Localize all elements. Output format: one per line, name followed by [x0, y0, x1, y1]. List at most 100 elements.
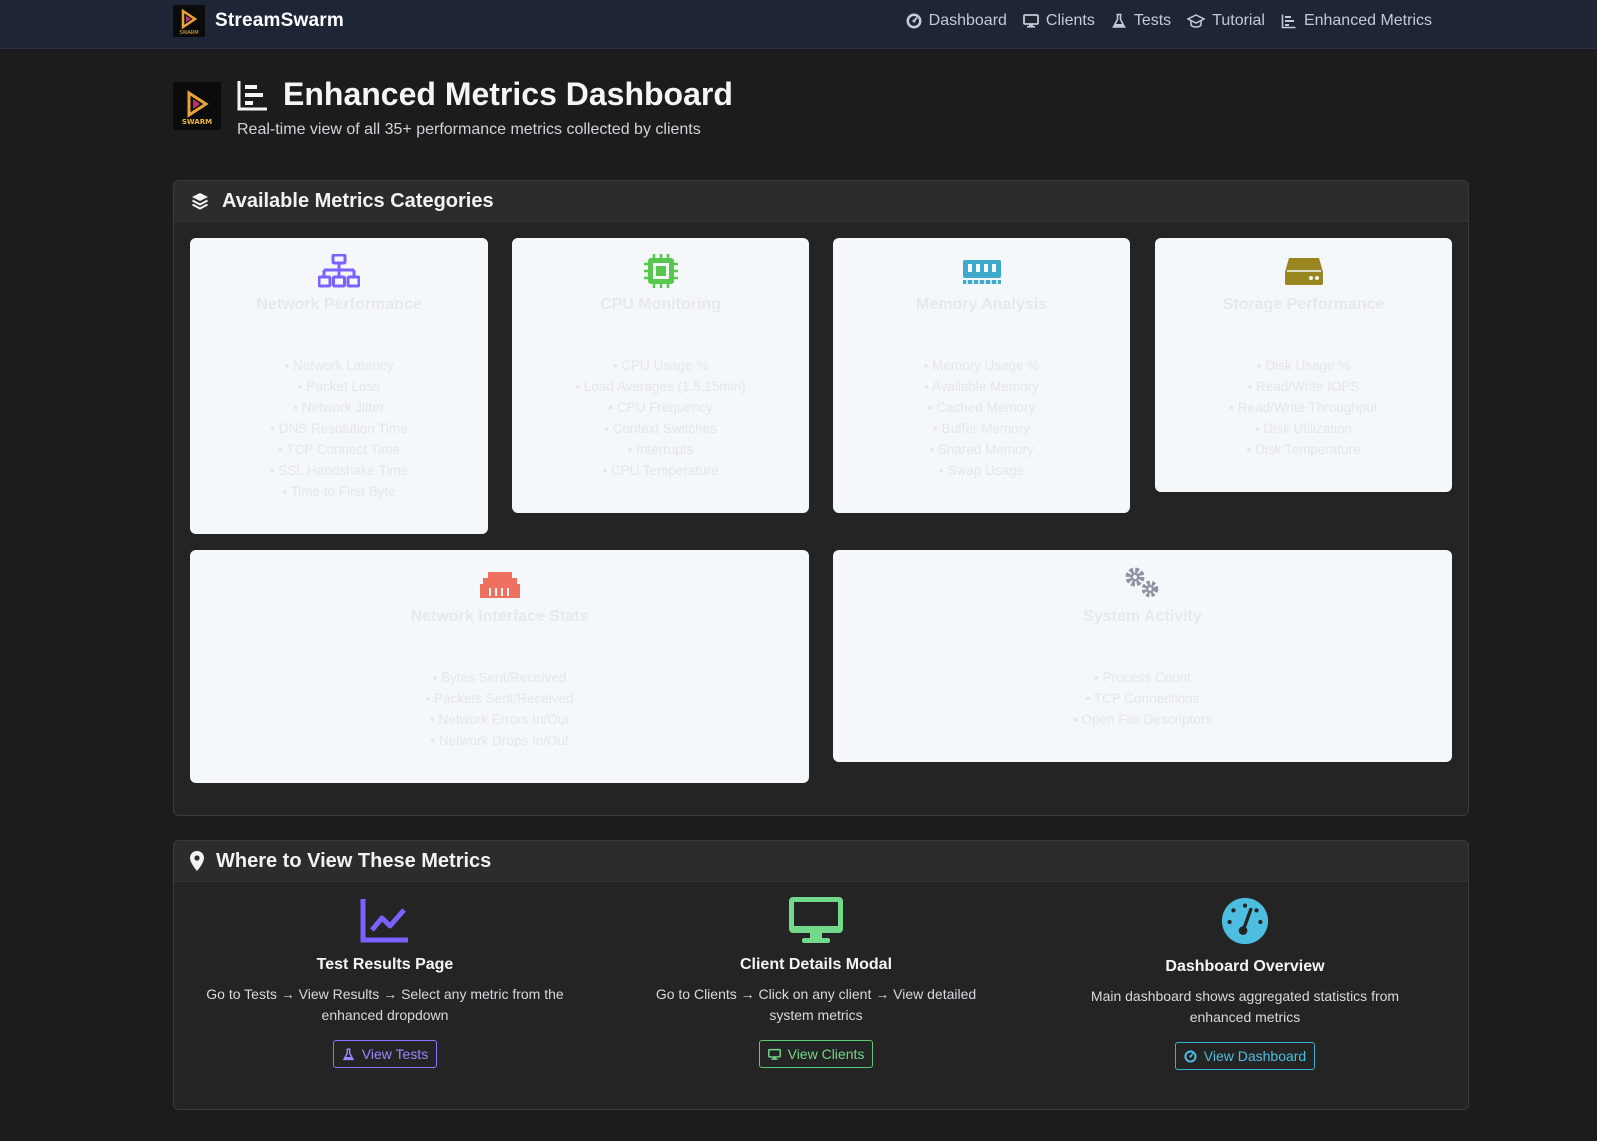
metric-item: • Disk Temperature [1246, 442, 1361, 457]
nav-label: Clients [1045, 12, 1095, 29]
desktop-icon [789, 897, 843, 943]
view-option-dashboard: Dashboard Overview Main dashboard shows … [1050, 896, 1440, 1070]
nav-enhanced-metrics[interactable]: Enhanced Metrics [1281, 12, 1432, 30]
metric-item: • Network Jitter [293, 400, 385, 415]
tile-network-performance: Network Performance • Network Latency • … [190, 238, 488, 534]
metric-item: • Context Switches [604, 421, 717, 436]
tile-title: Network Interface Stats [410, 608, 589, 625]
memory-icon [962, 260, 1001, 284]
metric-item: • Buffer Memory [933, 421, 1030, 436]
nav-menu: Dashboard Clients Tests Tutorial Enhance… [906, 0, 1432, 42]
metric-item: • Network Drops In/Out [430, 733, 569, 748]
tile-memory-analysis: Memory Analysis • Memory Usage % • Avail… [833, 238, 1130, 513]
metrics-categories-card: Available Metrics Categories Network Per… [173, 180, 1469, 816]
nav-label: Tests [1133, 12, 1172, 29]
tile-system-activity: System Activity • Process Count • TCP Co… [833, 550, 1452, 762]
view-dashboard-button[interactable]: View Dashboard [1174, 1042, 1316, 1070]
metric-item: • CPU Frequency [608, 400, 713, 415]
tile-network-interface-stats: Network Interface Stats • Bytes Sent/Rec… [190, 550, 809, 783]
card-title: Available Metrics Categories [222, 189, 494, 212]
metric-item: • Load Averages (1,5,15min) [575, 379, 746, 394]
chart-bar-icon [237, 80, 267, 110]
button-label: View Tests [361, 1046, 429, 1062]
card-header: Where to View These Metrics [174, 841, 1468, 882]
metric-list: • Bytes Sent/Received • Packets Sent/Rec… [190, 667, 809, 751]
metric-item: • Swap Usage [938, 463, 1025, 478]
metric-list: • CPU Usage % • Load Averages (1,5,15min… [512, 355, 809, 481]
nav-label: Tutorial [1212, 12, 1265, 29]
metric-item: • TCP Connect Time [277, 442, 401, 457]
svg-text:SWARM: SWARM [179, 30, 198, 36]
swarm-logo: SWARM [173, 82, 221, 130]
brand-logo: SWARM [173, 5, 205, 37]
metric-item: • SSL Handshake Time [269, 463, 409, 478]
view-option-test-results: Test Results Page Go to Tests → View Res… [190, 896, 580, 1068]
chart-bar-icon [1281, 14, 1296, 29]
metric-item: • DNS Resolution Time [270, 421, 408, 436]
flask-icon [342, 1047, 354, 1060]
ethernet-icon [479, 572, 520, 598]
metric-item: • Packets Sent/Received [425, 691, 574, 706]
metric-item: • Memory Usage % [923, 358, 1040, 373]
metric-item: • Packet Loss [297, 379, 380, 394]
tile-title: System Activity [1083, 608, 1202, 625]
hdd-icon [1284, 258, 1323, 285]
tile-title: CPU Monitoring [600, 296, 721, 313]
metric-list: • Network Latency • Packet Loss • Networ… [190, 355, 488, 502]
view-option-client-details: Client Details Modal Go to Clients → Cli… [621, 896, 1011, 1068]
metric-item: • Open File Descriptors [1072, 712, 1213, 727]
metric-item: • Interrupts [627, 442, 694, 457]
button-label: View Dashboard [1203, 1048, 1307, 1064]
metric-item: • Network Latency [284, 358, 394, 373]
page-subtitle: Real-time view of all 35+ performance me… [237, 121, 701, 138]
view-title: Dashboard Overview [1165, 958, 1325, 975]
layer-group-icon [192, 193, 208, 210]
where-to-view-card: Where to View These Metrics Test Results… [173, 840, 1469, 1110]
view-description: Go to Clients → Click on any client → Vi… [655, 986, 977, 1023]
flask-icon [1111, 13, 1126, 28]
svg-text:SWARM: SWARM [182, 118, 212, 126]
microchip-icon [643, 254, 678, 288]
metric-list: • Disk Usage % • Read/Write IOPS • Read/… [1155, 355, 1452, 460]
view-description: Go to Tests → View Results → Select any … [206, 986, 564, 1023]
view-tests-button[interactable]: View Tests [332, 1040, 438, 1068]
metric-item: • Bytes Sent/Received [432, 670, 567, 685]
card-title: Where to View These Metrics [216, 849, 492, 872]
top-navbar: SWARM StreamSwarm Dashboard Clients Test… [0, 0, 1597, 49]
metric-item: • CPU Temperature [602, 463, 719, 478]
map-marker-icon [190, 851, 204, 871]
tile-title: Network Performance [256, 296, 422, 313]
tile-cpu-monitoring: CPU Monitoring • CPU Usage % • Load Aver… [512, 238, 809, 513]
nav-clients[interactable]: Clients [1023, 12, 1095, 30]
metric-item: • TCP Connections [1085, 691, 1200, 706]
tile-title: Memory Analysis [915, 296, 1047, 313]
tile-title: Storage Performance [1222, 296, 1385, 313]
metric-item: • Network Errors In/Out [429, 712, 569, 727]
metric-item: • Cached Memory [927, 400, 1036, 415]
tile-storage-performance: Storage Performance • Disk Usage % • Rea… [1155, 238, 1452, 492]
metric-list: • Process Count • TCP Connections • Open… [833, 667, 1452, 730]
view-clients-button[interactable]: View Clients [758, 1040, 874, 1068]
metric-item: • Process Count [1093, 670, 1192, 685]
card-header: Available Metrics Categories [174, 181, 1468, 222]
metric-item: • Disk Usage % [1256, 358, 1351, 373]
metric-item: • Read/Write IOPS [1247, 379, 1360, 394]
desktop-icon [1023, 14, 1039, 28]
metric-item: • Available Memory [924, 379, 1039, 394]
gauge-icon [1184, 1049, 1197, 1063]
view-title: Test Results Page [316, 956, 454, 973]
chart-line-icon [360, 899, 408, 943]
button-label: View Clients [787, 1046, 865, 1062]
metric-item: • Read/Write Throughput [1229, 400, 1378, 415]
network-wired-icon [318, 254, 360, 288]
nav-tests[interactable]: Tests [1111, 12, 1171, 30]
nav-dashboard[interactable]: Dashboard [906, 12, 1007, 30]
graduation-cap-icon [1187, 14, 1206, 28]
gauge-icon [1221, 897, 1269, 945]
metric-item: • Disk Utilization [1255, 421, 1352, 436]
view-title: Client Details Modal [739, 956, 893, 973]
view-description: Main dashboard shows aggregated statisti… [1090, 988, 1400, 1025]
page-title: Enhanced Metrics Dashboard [283, 76, 733, 112]
brand-link[interactable]: SWARM StreamSwarm [173, 5, 344, 37]
nav-tutorial[interactable]: Tutorial [1187, 12, 1265, 30]
